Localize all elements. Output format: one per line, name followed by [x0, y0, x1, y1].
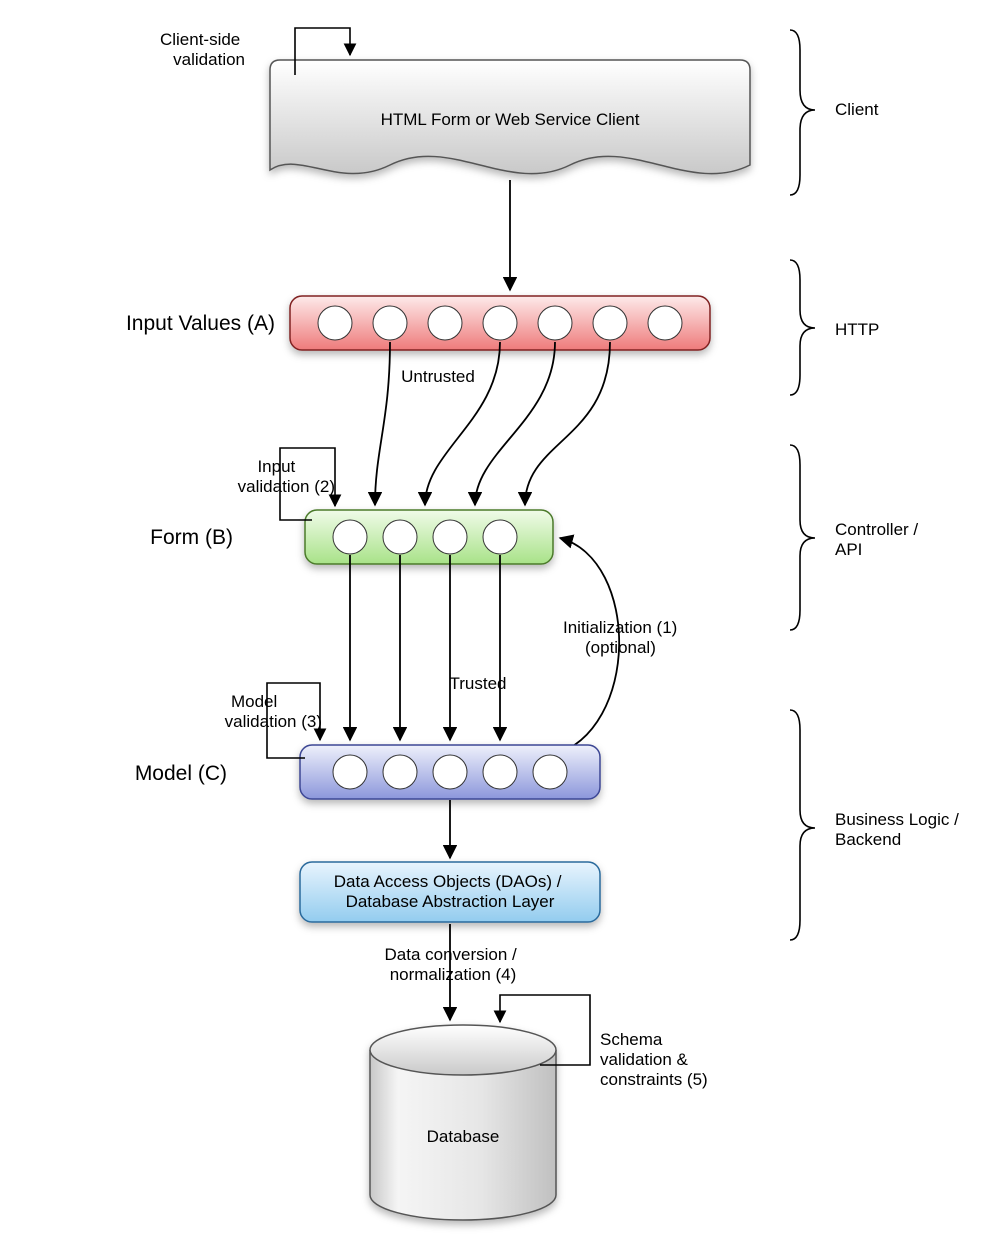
brace-client [790, 30, 815, 195]
brace-controller [790, 445, 815, 630]
label-dataconv: Data conversion / normalization (4) [384, 945, 521, 984]
label-untrusted: Untrusted [401, 367, 475, 386]
diagram-canvas: HTML Form or Web Service Client Client-s… [0, 0, 1003, 1255]
layer-business: Business Logic / Backend [835, 810, 964, 849]
label-initialization: Initialization (1) (optional) [563, 618, 682, 657]
label-schema: Schema validation & constraints (5) [600, 1030, 708, 1089]
layer-client: Client [835, 100, 879, 119]
layer-http: HTTP [835, 320, 879, 339]
dao-label: Data Access Objects (DAOs) / Database Ab… [334, 872, 566, 911]
model-label: Model (C) [135, 762, 227, 785]
label-client-side: Client-side validation [160, 30, 245, 69]
database-label: Database [427, 1127, 500, 1146]
database-cylinder [370, 1025, 556, 1220]
label-trusted: Trusted [449, 674, 506, 693]
input-values-label: Input Values (A) [126, 312, 275, 335]
form-label: Form (B) [150, 526, 233, 549]
label-input-validation: Input validation (2) [238, 457, 335, 496]
layer-controller: Controller / API [835, 520, 923, 559]
brace-http [790, 260, 815, 395]
label-model-validation: Model validation (3) [225, 692, 322, 731]
client-box-label: HTML Form or Web Service Client [381, 110, 640, 129]
arrows-b-to-c [350, 555, 500, 740]
brace-business [790, 710, 815, 940]
